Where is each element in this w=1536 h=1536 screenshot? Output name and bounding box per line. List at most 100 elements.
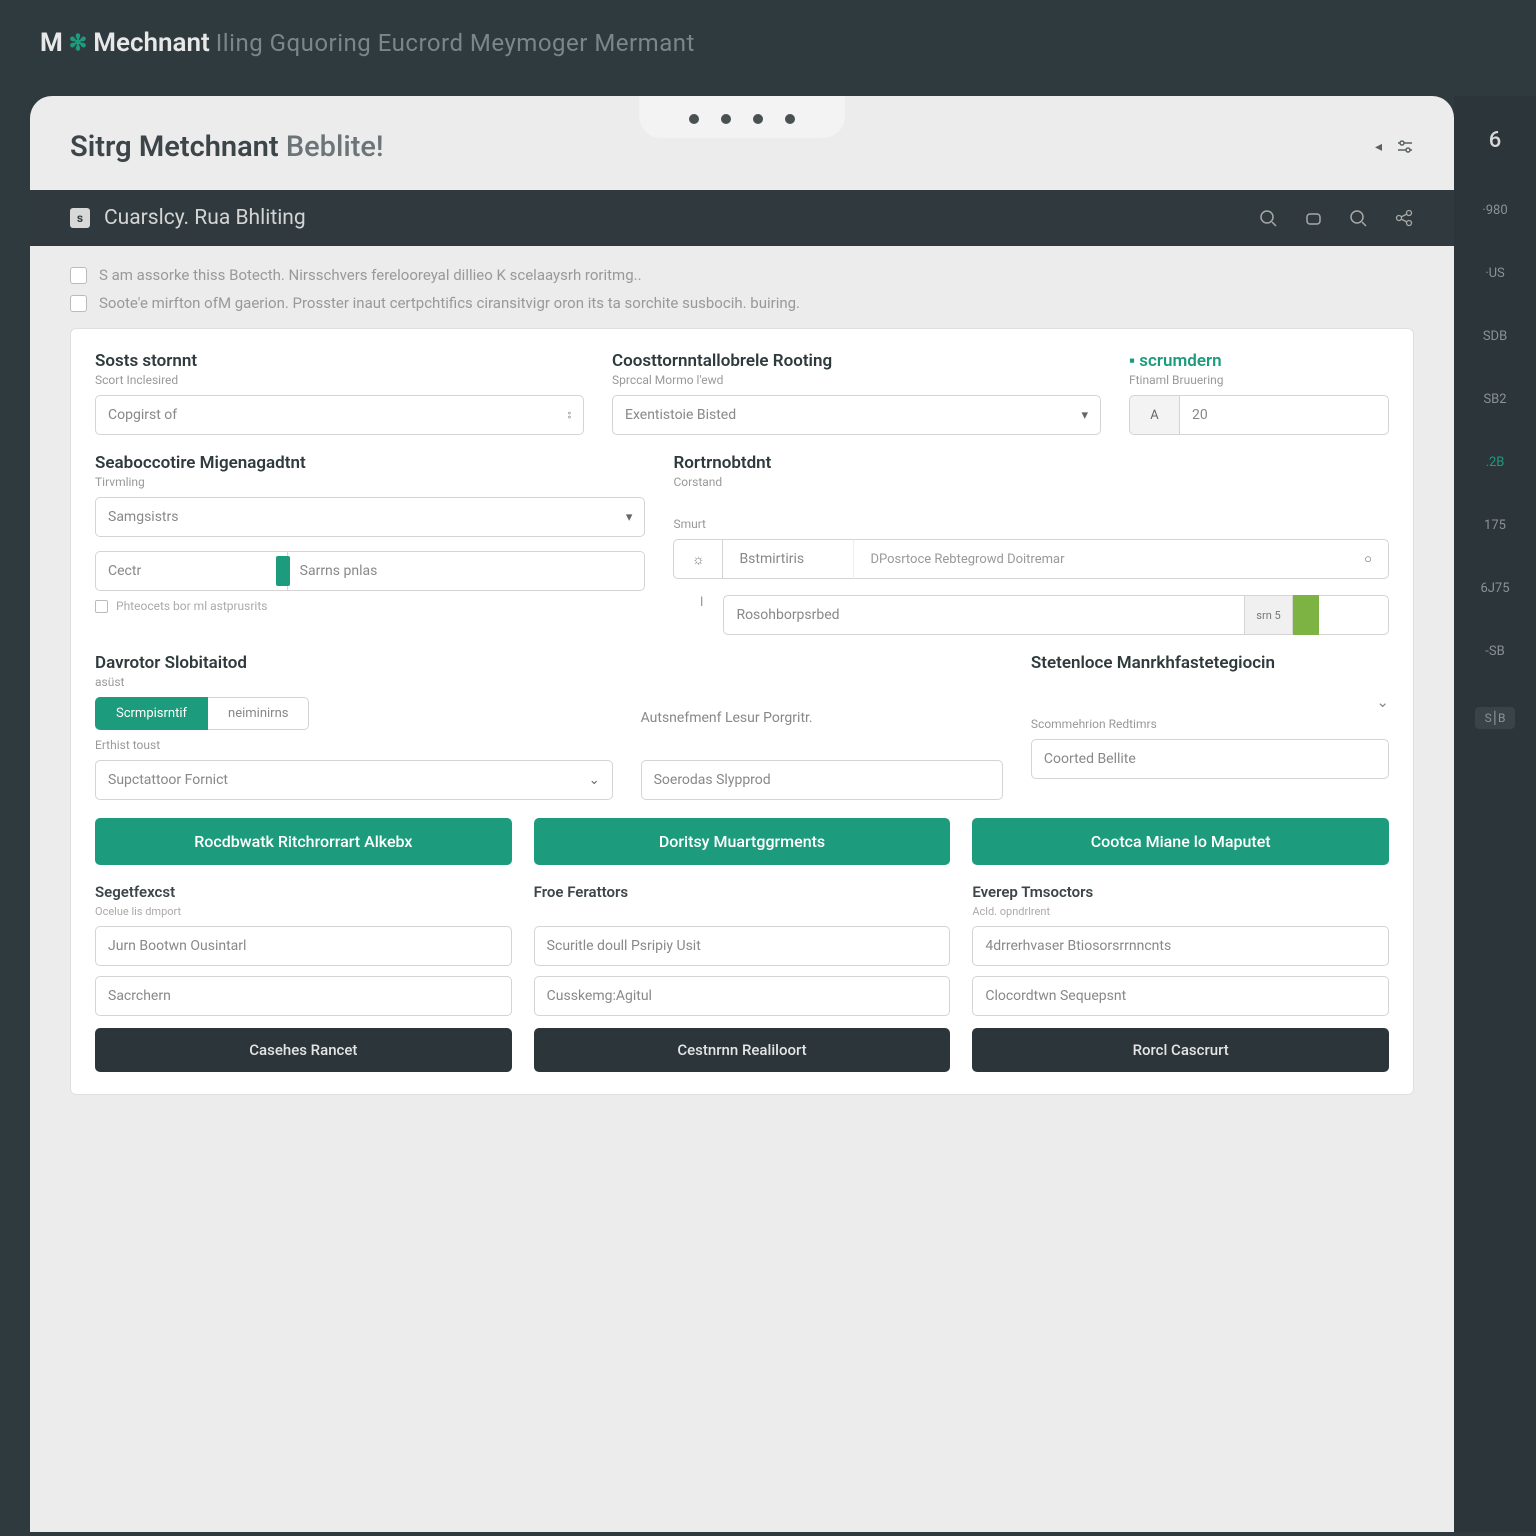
prefix-input[interactable]: A 20 <box>1129 395 1389 435</box>
checkbox[interactable] <box>70 267 87 284</box>
settings-button[interactable] <box>1396 138 1414 156</box>
field-sublabel: Smurt <box>673 517 1389 531</box>
select-value: DPosrtoce Rebtegrowd Doitremar ○ <box>853 539 1389 579</box>
badge-label: srn 5 <box>1245 595 1293 635</box>
rail-item[interactable]: SDB <box>1483 329 1507 344</box>
chevron-down-icon: ▾ <box>1081 408 1088 423</box>
inbox-icon[interactable] <box>1304 209 1323 228</box>
main-card: Sitrg Metchnant Beblite! ◂ s Cuarslcy. R… <box>30 96 1454 1532</box>
field-sublabel: Erthist toust <box>95 738 613 752</box>
section-icon: s <box>70 208 90 228</box>
field-label: Sosts stornnt <box>95 351 584 371</box>
chevron-left-icon: ◂ <box>1375 139 1382 155</box>
field-sublabel: Scommehrion Redtimrs <box>1031 717 1389 731</box>
search-icon[interactable] <box>1259 209 1278 228</box>
badge-input[interactable]: Rosohborpsrbed srn 5 <box>723 595 1389 635</box>
brand-letter: M <box>40 28 63 58</box>
brand-tagline: Iling Gquoring Eucrord Meymoger Mermant <box>216 29 695 57</box>
icon-prefix: ☼ <box>673 539 723 579</box>
app-header: M ✻ Mechnant Iling Gquoring Eucrord Meym… <box>0 0 1536 96</box>
brand-logo: M ✻ Mechnant Iling Gquoring Eucrord Meym… <box>40 28 695 58</box>
tab-notch <box>639 96 845 138</box>
notice-text: Soote'e mirfton ofM gaerion. Prosster in… <box>99 294 800 312</box>
group-heading: Everep Tmsoctors <box>972 883 1389 901</box>
section-bar: s Cuarslcy. Rua Bhliting <box>30 190 1454 246</box>
text-input[interactable]: Cectr <box>95 551 288 591</box>
notice-text: S am assorke thiss Botecth. Nirsschvers … <box>99 266 642 284</box>
chevron-down-icon: ⌄ <box>589 773 600 788</box>
section-title: Cuarslcy. Rua Bhliting <box>104 206 306 230</box>
input-prefix: A <box>1129 395 1179 435</box>
secondary-action-button[interactable]: Cestnrnn Realiloort <box>534 1028 951 1072</box>
toggle-option-active[interactable]: Scrmpisrntif <box>95 697 208 730</box>
group-heading: Segetfexcst <box>95 883 512 901</box>
primary-action-button[interactable]: Cootca Miane lo Maputet <box>972 818 1389 865</box>
rail-count: 6 <box>1489 128 1502 153</box>
rail-item[interactable]: ·US <box>1485 266 1505 281</box>
expand-icon[interactable]: ⌄ <box>1031 693 1389 711</box>
group-sublabel <box>534 905 951 918</box>
checkbox[interactable] <box>70 295 87 312</box>
rail-item-active[interactable]: .2B <box>1486 455 1505 470</box>
search-icon[interactable] <box>1349 209 1368 228</box>
text-input[interactable]: 4drrerhvaser Btiosorsrrnncnts <box>972 926 1389 966</box>
toggle-group: Scrmpisrntif neiminirns <box>95 697 613 730</box>
rail-item[interactable]: SB2 <box>1483 392 1506 407</box>
page-title: Sitrg Metchnant Beblite! <box>70 130 384 164</box>
select-input[interactable]: Exentistoie Bisted ▾ <box>612 395 1101 435</box>
field-label: ▪ scrumdern <box>1129 351 1389 371</box>
text-input[interactable]: Jurn Bootwn Ousintarl <box>95 926 512 966</box>
text-input[interactable]: Clocordtwn Sequepsnt <box>972 976 1389 1016</box>
compound-select[interactable]: ☼ Bstmirtiris DPosrtoce Rebtegrowd Doitr… <box>673 539 1389 579</box>
select-label: Bstmirtiris <box>723 539 853 579</box>
select-input[interactable]: Supctattoor Fornict ⌄ <box>95 760 613 800</box>
field-label: Davrotor Slobitaitod <box>95 653 613 673</box>
notice-row: Soote'e mirfton ofM gaerion. Prosster in… <box>70 294 1414 312</box>
dot-indicator[interactable] <box>689 114 699 124</box>
field-label: Autsnefmenf Lesur Porgritr. <box>641 710 1003 726</box>
field-sublabel: Corstand <box>673 475 1389 489</box>
secondary-action-button[interactable]: Rorcl Cascrurt <box>972 1028 1389 1072</box>
select-input[interactable]: Samgsistrs ▾ <box>95 497 645 537</box>
collapse-button[interactable]: ◂ <box>1375 139 1382 155</box>
rail-item-pill[interactable]: S⎮B <box>1475 707 1516 729</box>
field-sublabel: Tirvmling <box>95 475 645 489</box>
chevron-down-icon: ▾ <box>626 510 633 525</box>
notice-row: S am assorke thiss Botecth. Nirsschvers … <box>70 266 1414 284</box>
select-input[interactable]: Copgirst of ⦂ <box>95 395 584 435</box>
group-sublabel: Acld. opndrlrent <box>972 905 1389 918</box>
dot-indicator[interactable] <box>785 114 795 124</box>
rail-item[interactable]: 175 <box>1484 518 1506 533</box>
rail-item[interactable]: ·980 <box>1482 203 1507 218</box>
secondary-action-button[interactable]: Casehes Rancet <box>95 1028 512 1072</box>
field-label: Coosttornntallobrele Rooting <box>612 351 1101 371</box>
text-input[interactable]: Sacrchern <box>95 976 512 1016</box>
text-input[interactable]: Cusskemg:Agitul <box>534 976 951 1016</box>
rail-item[interactable]: -SB <box>1485 644 1504 659</box>
rail-item[interactable]: 6J75 <box>1480 581 1509 596</box>
primary-action-button[interactable]: Rocdbwatk Ritchrorrart Alkebx <box>95 818 512 865</box>
field-sublabel: Scort Inclesired <box>95 373 584 387</box>
brand-name: Mechnant <box>93 28 210 58</box>
checkbox[interactable] <box>95 600 108 613</box>
slider-icon <box>1396 138 1414 156</box>
field-sublabel: Sprccal Mormo l'ewd <box>612 373 1101 387</box>
field-label: Rortrnobtdnt <box>673 453 1389 473</box>
helper-text: Phteocets bor ml astprusrits <box>116 599 267 613</box>
form-panel: Sosts stornnt Scort Inclesired Copgirst … <box>70 328 1414 1095</box>
text-input[interactable]: Soerodas Slypprod <box>641 760 1003 800</box>
caret-icon: ⦂ <box>568 408 571 422</box>
text-input[interactable]: Sarrns pnlas <box>288 551 646 591</box>
group-heading: Froe Ferattors <box>534 883 951 901</box>
primary-action-button[interactable]: Doritsy Muartggrments <box>534 818 951 865</box>
toggle-option[interactable]: neiminirns <box>208 697 309 730</box>
field-sublabel: asüst <box>95 675 613 689</box>
field-sublabel: Ftinaml Bruuering <box>1129 373 1389 387</box>
dot-indicator[interactable] <box>753 114 763 124</box>
text-input[interactable]: Scuritle doull Psripiy Usit <box>534 926 951 966</box>
dot-indicator[interactable] <box>721 114 731 124</box>
text-input[interactable]: Coorted Bellite <box>1031 739 1389 779</box>
sparkle-icon: ✻ <box>69 31 87 56</box>
share-icon[interactable] <box>1394 208 1414 228</box>
status-indicator <box>1293 595 1319 635</box>
